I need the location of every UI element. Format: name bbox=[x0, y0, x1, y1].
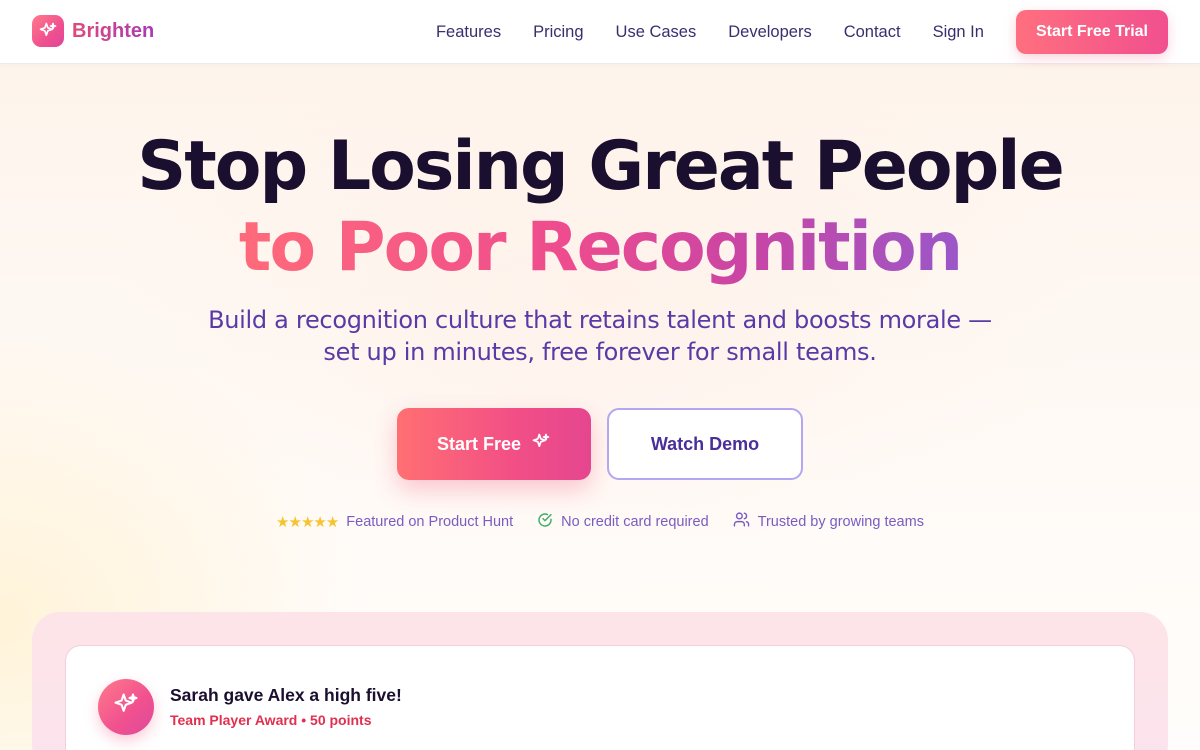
start-free-label: Start Free bbox=[436, 433, 522, 454]
product-hunt-badge: ★★★★★ Featured on Product Hunt bbox=[276, 513, 513, 531]
trust-badges: ★★★★★ Featured on Product Hunt No credit… bbox=[0, 511, 1200, 532]
sparkle-icon bbox=[32, 15, 64, 47]
activity-avatar bbox=[98, 679, 154, 735]
watch-demo-button[interactable]: Watch Demo bbox=[607, 408, 803, 480]
sparkle-icon bbox=[531, 432, 551, 457]
nav-link-pricing[interactable]: Pricing bbox=[533, 23, 583, 42]
activity-meta: Team Player Award • 50 points bbox=[170, 712, 372, 728]
product-hunt-label: Featured on Product Hunt bbox=[346, 513, 514, 530]
nav-links: Features Pricing Use Cases Developers Co… bbox=[436, 10, 1168, 54]
nav-link-sign-in[interactable]: Sign In bbox=[933, 23, 984, 42]
hero-title-line1: Stop Losing Great People bbox=[137, 127, 1064, 206]
brand-name: Brighten bbox=[72, 19, 155, 42]
nav-link-contact[interactable]: Contact bbox=[844, 23, 901, 42]
nav-link-use-cases[interactable]: Use Cases bbox=[616, 23, 697, 42]
hero-subtitle: Build a recognition culture that retains… bbox=[208, 306, 992, 366]
star-rating-icon: ★★★★★ bbox=[276, 513, 339, 531]
start-free-button[interactable]: Start Free bbox=[397, 408, 591, 480]
users-icon bbox=[733, 511, 750, 532]
no-credit-card-badge: No credit card required bbox=[537, 512, 709, 532]
trusted-teams-badge: Trusted by growing teams bbox=[733, 511, 924, 532]
nav-link-developers[interactable]: Developers bbox=[728, 23, 811, 42]
check-circle-icon bbox=[537, 512, 553, 532]
no-credit-card-label: No credit card required bbox=[561, 513, 709, 530]
nav-link-features[interactable]: Features bbox=[436, 23, 501, 42]
brand-logo[interactable]: Brighten bbox=[32, 15, 154, 47]
hero-title-line2: to Poor Recognition bbox=[0, 203, 1200, 293]
hero-title-highlight: to Poor Recognition bbox=[238, 208, 963, 287]
sparkle-icon bbox=[112, 691, 140, 724]
activity-title: Sarah gave Alex a high five! bbox=[170, 685, 402, 705]
start-free-trial-button[interactable]: Start Free Trial bbox=[1015, 10, 1168, 54]
top-navbar: Brighten Features Pricing Use Cases Deve… bbox=[0, 0, 1200, 64]
trusted-teams-label: Trusted by growing teams bbox=[757, 513, 924, 530]
